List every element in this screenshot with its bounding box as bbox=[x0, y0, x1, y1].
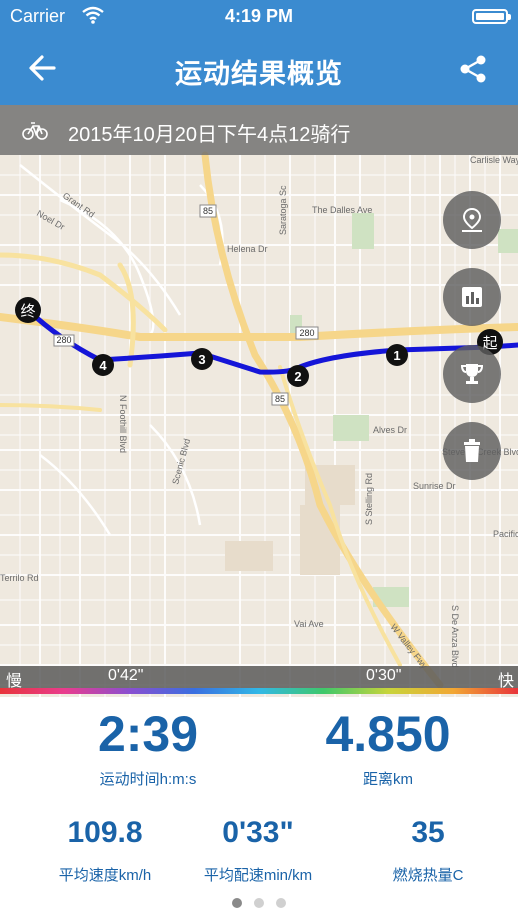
distance-label: 距离km bbox=[363, 771, 413, 788]
header: Carrier 4:19 PM 运动结果概览 bbox=[0, 0, 518, 105]
svg-text:The Dalles Ave: The Dalles Ave bbox=[312, 205, 372, 215]
clock: 4:19 PM bbox=[224, 6, 294, 26]
svg-text:4: 4 bbox=[99, 358, 107, 373]
svg-text:Vai Ave: Vai Ave bbox=[294, 619, 324, 629]
nav-bar: 运动结果概览 bbox=[0, 34, 518, 105]
delete-button[interactable] bbox=[443, 422, 501, 480]
page-title: 运动结果概览 bbox=[175, 59, 343, 89]
svg-text:85: 85 bbox=[275, 394, 285, 404]
svg-text:终: 终 bbox=[20, 302, 35, 320]
bar-chart-icon bbox=[462, 287, 482, 307]
pace-label: 平均配速min/km bbox=[203, 867, 313, 884]
page-dot-2[interactable] bbox=[254, 898, 264, 908]
speed-label: 平均速度km/h bbox=[58, 867, 152, 884]
svg-text:280: 280 bbox=[56, 335, 71, 345]
trophy-icon bbox=[460, 364, 484, 384]
svg-text:Sunrise Dr: Sunrise Dr bbox=[413, 481, 456, 491]
svg-text:2: 2 bbox=[294, 369, 301, 384]
svg-text:85: 85 bbox=[203, 206, 213, 216]
svg-text:3: 3 bbox=[198, 352, 205, 367]
svg-text:N Foothill Blvd: N Foothill Blvd bbox=[118, 395, 128, 453]
duration-label: 运动时间h:m:s bbox=[99, 771, 197, 788]
svg-text:Carlisle Way: Carlisle Way bbox=[470, 155, 518, 165]
svg-text:1: 1 bbox=[393, 348, 400, 363]
km-marker-1: 1 bbox=[386, 344, 408, 366]
page-dot-3[interactable] bbox=[276, 898, 286, 908]
duration-value: 2:39 bbox=[97, 706, 199, 762]
calories-value: 35 bbox=[411, 816, 445, 849]
ride-title: 2015年10月20日下午4点12骑行 bbox=[68, 124, 351, 146]
svg-text:S Stelling Rd: S Stelling Rd bbox=[364, 473, 374, 525]
chart-button[interactable] bbox=[443, 268, 501, 326]
svg-text:Helena Dr: Helena Dr bbox=[227, 244, 268, 254]
location-pin-icon bbox=[462, 207, 482, 232]
speed-value: 109.8 bbox=[67, 816, 143, 849]
trash-icon bbox=[464, 439, 480, 462]
route-map[interactable]: 85 280 85 280 The Dalles Ave Helena Dr A… bbox=[0, 105, 518, 697]
end-marker: 终 bbox=[15, 297, 41, 323]
speed-legend: 慢 0'42" 0'30" 快 bbox=[0, 666, 518, 690]
share-icon[interactable] bbox=[458, 54, 488, 84]
battery-icon bbox=[472, 9, 511, 24]
page-dot-1[interactable] bbox=[232, 898, 242, 908]
svg-text:S De Anza Blvd: S De Anza Blvd bbox=[450, 605, 460, 668]
map-canvas[interactable]: 85 280 85 280 The Dalles Ave Helena Dr A… bbox=[0, 105, 518, 697]
km-marker-4: 4 bbox=[92, 354, 114, 376]
svg-text:Terrilo Rd: Terrilo Rd bbox=[0, 573, 39, 583]
km-marker-3: 3 bbox=[191, 348, 213, 370]
pace-value: 0'33" bbox=[222, 816, 294, 849]
trophy-button[interactable] bbox=[443, 345, 501, 403]
svg-text:Alves Dr: Alves Dr bbox=[373, 425, 407, 435]
location-button[interactable] bbox=[443, 191, 501, 249]
svg-text:Scenic Blvd: Scenic Blvd bbox=[170, 438, 192, 486]
calories-label: 燃烧热量C bbox=[392, 867, 464, 884]
pace-label-b: 0'30" bbox=[366, 667, 402, 684]
svg-text:Saratoga Sc: Saratoga Sc bbox=[278, 185, 288, 235]
page-indicator bbox=[0, 898, 518, 908]
pace-label-a: 0'42" bbox=[108, 667, 144, 684]
bicycle-icon bbox=[22, 117, 48, 148]
speed-gradient bbox=[0, 688, 518, 694]
svg-text:280: 280 bbox=[299, 328, 314, 338]
km-marker-2: 2 bbox=[287, 365, 309, 387]
distance-value: 4.850 bbox=[325, 706, 451, 762]
ride-banner: 2015年10月20日下午4点12骑行 bbox=[0, 105, 518, 155]
svg-text:Pacifica: Pacifica bbox=[493, 529, 518, 539]
status-bar: Carrier 4:19 PM bbox=[0, 0, 518, 34]
